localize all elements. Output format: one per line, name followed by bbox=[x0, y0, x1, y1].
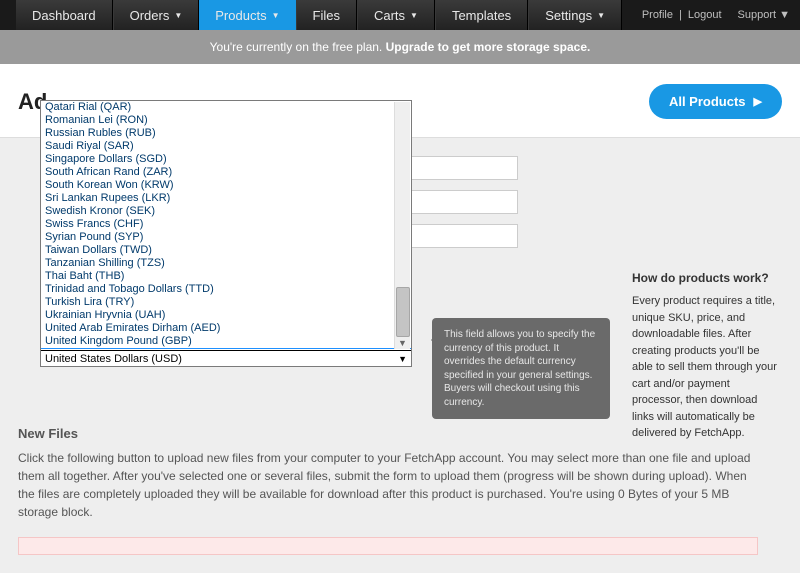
caret-down-icon: ▼ bbox=[597, 11, 605, 20]
scrollbar-down-icon[interactable]: ▼ bbox=[398, 338, 407, 348]
currency-option[interactable]: United States Dollars (USD) bbox=[41, 348, 411, 349]
dropdown-scrollbar[interactable]: ▼ bbox=[394, 102, 410, 349]
upload-notice bbox=[18, 537, 758, 555]
currency-option[interactable]: United Arab Emirates Dirham (AED) bbox=[41, 322, 411, 335]
nav-files[interactable]: Files bbox=[296, 0, 357, 30]
new-files-section: New Files Click the following button to … bbox=[18, 426, 782, 555]
currency-option[interactable]: Thai Baht (THB) bbox=[41, 270, 411, 283]
currency-option[interactable]: Ukrainian Hryvnia (UAH) bbox=[41, 309, 411, 322]
currency-option[interactable]: Tanzanian Shilling (TZS) bbox=[41, 257, 411, 270]
currency-option[interactable]: Russian Rubles (RUB) bbox=[41, 127, 411, 140]
nav-dashboard[interactable]: Dashboard bbox=[16, 0, 113, 30]
chevron-right-icon: ▶ bbox=[754, 95, 762, 108]
currency-option[interactable]: Swiss Francs (CHF) bbox=[41, 218, 411, 231]
currency-dropdown[interactable]: Qatari Rial (QAR)Romanian Lei (RON)Russi… bbox=[40, 100, 412, 367]
currency-option[interactable]: Turkish Lira (TRY) bbox=[41, 296, 411, 309]
caret-down-icon: ▼ bbox=[174, 11, 182, 20]
nav-products[interactable]: Products▼ bbox=[199, 0, 295, 30]
upgrade-link[interactable]: Upgrade to get more storage space. bbox=[386, 40, 591, 54]
all-products-button[interactable]: All Products▶ bbox=[649, 84, 782, 119]
currency-option[interactable]: Singapore Dollars (SGD) bbox=[41, 153, 411, 166]
upgrade-banner: You're currently on the free plan. Upgra… bbox=[0, 30, 800, 64]
scrollbar-thumb[interactable] bbox=[396, 287, 410, 337]
caret-down-icon: ▼ bbox=[779, 9, 790, 21]
currency-selected-value[interactable]: United States Dollars (USD) ▼ bbox=[41, 352, 411, 366]
currency-option[interactable]: Taiwan Dollars (TWD) bbox=[41, 244, 411, 257]
currency-option[interactable]: Syrian Pound (SYP) bbox=[41, 231, 411, 244]
currency-option[interactable]: Qatari Rial (QAR) bbox=[41, 101, 411, 114]
currency-option[interactable]: Swedish Kronor (SEK) bbox=[41, 205, 411, 218]
nav-settings[interactable]: Settings▼ bbox=[528, 0, 622, 30]
caret-down-icon: ▼ bbox=[410, 11, 418, 20]
logout-link[interactable]: Logout bbox=[688, 9, 722, 21]
currency-tooltip: This field allows you to specify the cur… bbox=[432, 318, 610, 419]
help-body: Every product requires a title, unique S… bbox=[632, 295, 777, 439]
currency-option[interactable]: United Kingdom Pound (GBP) bbox=[41, 335, 411, 348]
profile-link[interactable]: Profile bbox=[642, 9, 673, 21]
help-sidebar: How do products work? Every product requ… bbox=[632, 269, 782, 442]
nav-orders[interactable]: Orders▼ bbox=[113, 0, 200, 30]
top-nav: DashboardOrders▼Products▼FilesCarts▼Temp… bbox=[0, 0, 800, 30]
help-heading: How do products work? bbox=[632, 269, 782, 287]
account-links: Profile | Logout Support ▼ bbox=[642, 0, 790, 30]
dropdown-arrow-icon: ▼ bbox=[398, 354, 407, 364]
caret-down-icon: ▼ bbox=[272, 11, 280, 20]
currency-option[interactable]: South Korean Won (KRW) bbox=[41, 179, 411, 192]
currency-option[interactable]: Trinidad and Tobago Dollars (TTD) bbox=[41, 283, 411, 296]
currency-option[interactable]: Sri Lankan Rupees (LKR) bbox=[41, 192, 411, 205]
nav-carts[interactable]: Carts▼ bbox=[357, 0, 435, 30]
nav-templates[interactable]: Templates bbox=[435, 0, 528, 30]
currency-option[interactable]: South African Rand (ZAR) bbox=[41, 166, 411, 179]
currency-option[interactable]: Romanian Lei (RON) bbox=[41, 114, 411, 127]
new-files-description: Click the following button to upload new… bbox=[18, 449, 758, 521]
support-link[interactable]: Support ▼ bbox=[738, 9, 790, 21]
currency-option[interactable]: Saudi Riyal (SAR) bbox=[41, 140, 411, 153]
